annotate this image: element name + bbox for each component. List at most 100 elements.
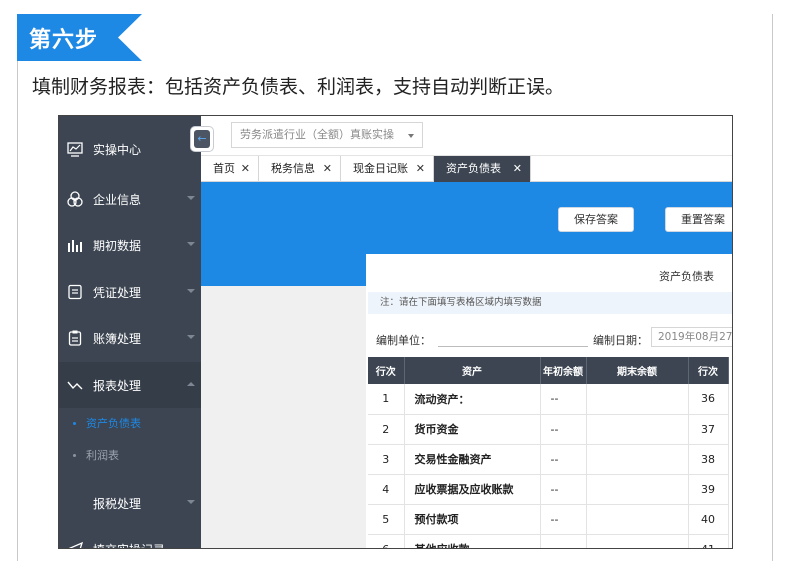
sidebar-subitem-balance-sheet[interactable]: 资产负债表 — [59, 408, 201, 438]
table-row: 1 流动资产： -- 36 — [368, 384, 729, 415]
sidebar-item-voucher[interactable]: 凭证处理 — [59, 269, 201, 315]
sidebar: 实操中心 企业信息 期初数据 凭证处理 账簿处理 报表处理 资产负债表 利润表 … — [59, 116, 201, 549]
fill-notice: 注：请在下面填写表格区域内填写数据 — [368, 292, 732, 314]
row-begin-balance: -- — [540, 414, 587, 445]
bar-chart-icon — [67, 237, 83, 253]
chart-board-icon — [67, 141, 83, 157]
col-header: 资产 — [404, 357, 541, 384]
chevron-down-icon — [408, 134, 414, 138]
table-row: 2 货币资金 -- 37 — [368, 414, 729, 445]
tab-home[interactable]: 首页 ✕ — [201, 156, 259, 182]
step-chevron-icon — [118, 14, 142, 61]
link-rings-icon — [67, 191, 83, 207]
chevron-down-icon — [187, 289, 195, 293]
balance-sheet-table: 行次 资产 年初余额 期末余额 行次 1 流动资产： -- 36 2 货币资金 -- 37 3 交… — [368, 357, 729, 548]
row-begin-balance: -- — [540, 474, 587, 505]
sidebar-item-ledger[interactable]: 账簿处理 — [59, 315, 201, 361]
row-end-balance-input[interactable] — [586, 504, 689, 535]
sidebar-item-label: 实操中心 — [93, 142, 142, 157]
reset-answer-button[interactable]: 重置答案 — [665, 207, 732, 232]
app-window: 实操中心 企业信息 期初数据 凭证处理 账簿处理 报表处理 资产负债表 利润表 … — [58, 115, 733, 549]
row-item-name: 流动资产： — [404, 384, 541, 415]
col-header: 行次 — [368, 357, 405, 384]
unit-label: 编制单位： — [376, 334, 431, 347]
row-line-number: 36 — [688, 384, 729, 415]
sidebar-item-label: 凭证处理 — [93, 285, 142, 300]
sidebar-item-opening-data[interactable]: 期初数据 — [59, 222, 201, 268]
step-description: 填制财务报表：包括资产负债表、利润表，支持自动判断正误。 — [32, 76, 565, 98]
sidebar-item-label: 填交实操记录 — [93, 541, 165, 549]
sidebar-item-submit-record[interactable]: 填交实操记录 — [59, 526, 201, 549]
sidebar-item-tax[interactable]: 报税处理 — [59, 480, 201, 526]
col-header: 期末余额 — [586, 357, 689, 384]
sidebar-item-company-info[interactable]: 企业信息 — [59, 176, 201, 222]
row-end-balance-input[interactable] — [586, 534, 689, 548]
step-badge: 第六步 — [17, 14, 142, 61]
tab-cash-journal[interactable]: 现金日记账 ✕ — [341, 156, 434, 182]
line-chart-icon — [67, 377, 83, 393]
row-number: 2 — [368, 414, 405, 445]
close-icon[interactable]: ✕ — [416, 156, 425, 182]
sheet-title: 资产负债表 — [659, 270, 714, 283]
row-item-name: 货币资金 — [404, 414, 541, 445]
clipboard-icon — [67, 330, 83, 346]
close-icon[interactable]: ✕ — [241, 156, 250, 182]
col-header: 行次 — [688, 357, 729, 384]
sidebar-item-reports[interactable]: 报表处理 — [59, 362, 201, 408]
row-begin-balance: -- — [540, 384, 587, 415]
chevron-down-icon — [187, 242, 195, 246]
balance-sheet-panel: 资产负债表 注：请在下面填写表格区域内填写数据 编制单位： 编制日期： 2019… — [366, 254, 732, 548]
chevron-up-icon — [187, 382, 195, 386]
table-row: 4 应收票据及应收账款 -- 39 — [368, 474, 729, 505]
table-row: 5 预付款项 -- 40 — [368, 504, 729, 535]
chevron-down-icon — [187, 335, 195, 339]
sidebar-item-label: 账簿处理 — [93, 331, 142, 346]
row-end-balance-input[interactable] — [586, 384, 689, 415]
voucher-icon — [67, 284, 83, 300]
row-number: 4 — [368, 474, 405, 505]
row-item-name: 交易性金融资产 — [404, 444, 541, 475]
row-number: 1 — [368, 384, 405, 415]
row-number: 6 — [368, 534, 405, 548]
row-line-number: 41 — [688, 534, 729, 548]
date-field[interactable]: 2019年08月27日 — [651, 327, 732, 347]
chevron-down-icon — [187, 500, 195, 504]
row-item-name: 应收票据及应收账款 — [404, 474, 541, 505]
row-begin-balance: -- — [540, 534, 587, 548]
row-item-name: 其他应收款 — [404, 534, 541, 548]
table-header-row: 行次 资产 年初余额 期末余额 行次 — [368, 357, 729, 384]
send-icon — [67, 541, 84, 548]
tab-tax-info[interactable]: 税务信息 ✕ — [259, 156, 341, 182]
row-begin-balance: -- — [540, 504, 587, 535]
row-line-number: 37 — [688, 414, 729, 445]
sidebar-item-label: 报税处理 — [93, 496, 142, 511]
row-line-number: 38 — [688, 444, 729, 475]
close-icon[interactable]: ✕ — [323, 156, 332, 182]
col-header: 年初余额 — [540, 357, 587, 384]
row-line-number: 40 — [688, 504, 729, 535]
row-end-balance-input[interactable] — [586, 444, 689, 475]
company-select[interactable]: 劳务派遣行业（全额）真账实操 — [231, 122, 423, 148]
sidebar-item-label: 企业信息 — [93, 192, 142, 207]
row-begin-balance: -- — [540, 444, 587, 475]
collapse-sidebar-button[interactable]: ← — [190, 126, 214, 152]
close-icon[interactable]: ✕ — [513, 156, 522, 182]
table-row: 3 交易性金融资产 -- 38 — [368, 444, 729, 475]
row-end-balance-input[interactable] — [586, 414, 689, 445]
row-item-name: 预付款项 — [404, 504, 541, 535]
date-label: 编制日期： — [593, 334, 648, 347]
tab-bar: 首页 ✕ 税务信息 ✕ 现金日记账 ✕ 资产负债表 ✕ — [201, 156, 732, 182]
step-label: 第六步 — [29, 28, 99, 53]
sidebar-subitem-income-statement[interactable]: 利润表 — [59, 440, 201, 470]
sidebar-item-practice-center[interactable]: 实操中心 — [59, 126, 201, 172]
row-number: 5 — [368, 504, 405, 535]
row-end-balance-input[interactable] — [586, 474, 689, 505]
top-bar: 劳务派遣行业（全额）真账实操 — [201, 116, 732, 156]
sidebar-item-label: 报表处理 — [93, 378, 142, 393]
tab-balance-sheet[interactable]: 资产负债表 ✕ — [434, 156, 531, 182]
unit-field[interactable] — [438, 346, 588, 347]
row-number: 3 — [368, 444, 405, 475]
chevron-down-icon — [187, 196, 195, 200]
table-row: 6其他应收款-- 41 — [368, 534, 729, 548]
save-answer-button[interactable]: 保存答案 — [558, 207, 634, 232]
